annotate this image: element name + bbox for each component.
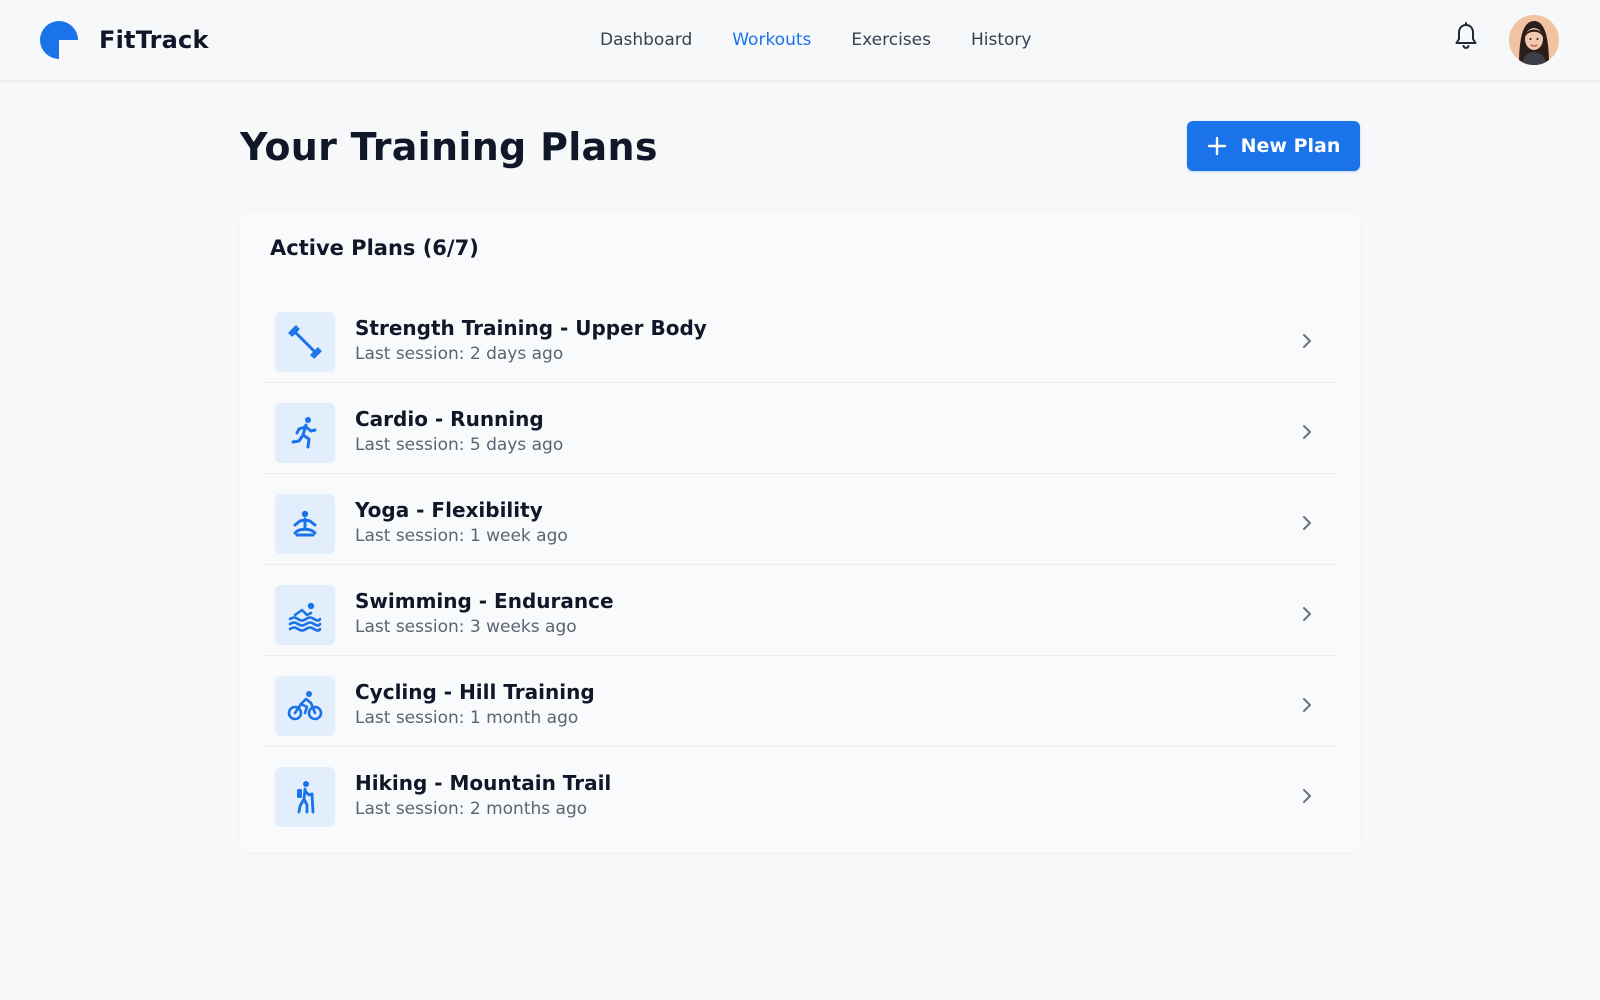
top-header: FitTrack Dashboard Workouts Exercises Hi… bbox=[0, 0, 1600, 81]
dumbbell-icon bbox=[275, 312, 335, 372]
plan-list: Strength Training - Upper Body Last sess… bbox=[262, 292, 1338, 838]
page-title: Your Training Plans bbox=[240, 125, 658, 169]
yoga-icon bbox=[275, 494, 335, 554]
list-item[interactable]: Swimming - Endurance Last session: 3 wee… bbox=[262, 565, 1338, 656]
hiking-icon bbox=[275, 767, 335, 827]
active-plans-card: Active Plans (6/7) Strength Training - U… bbox=[240, 211, 1360, 852]
nav-workouts[interactable]: Workouts bbox=[732, 28, 811, 52]
plan-last-session: Last session: 5 days ago bbox=[355, 435, 564, 455]
plan-name: Hiking - Mountain Trail bbox=[355, 771, 612, 795]
cycling-icon bbox=[275, 676, 335, 736]
plan-last-session: Last session: 1 week ago bbox=[355, 526, 568, 546]
new-plan-button[interactable]: New Plan bbox=[1187, 121, 1360, 171]
plan-name: Cycling - Hill Training bbox=[355, 680, 595, 704]
card-title: Active Plans (6/7) bbox=[270, 236, 479, 260]
plan-last-session: Last session: 2 months ago bbox=[355, 799, 588, 819]
running-icon bbox=[275, 403, 335, 463]
chevron-right-icon bbox=[1303, 698, 1311, 712]
nav-dashboard[interactable]: Dashboard bbox=[600, 28, 692, 52]
nav-exercises[interactable]: Exercises bbox=[851, 28, 931, 52]
plan-last-session: Last session: 1 month ago bbox=[355, 708, 579, 728]
main-nav: Dashboard Workouts Exercises History bbox=[600, 28, 1031, 52]
brand[interactable]: FitTrack bbox=[40, 21, 209, 59]
swimming-icon bbox=[275, 585, 335, 645]
user-avatar[interactable] bbox=[1509, 15, 1559, 65]
plan-name: Yoga - Flexibility bbox=[355, 498, 543, 522]
chevron-right-icon bbox=[1303, 334, 1311, 348]
app-name: FitTrack bbox=[99, 26, 209, 54]
list-item[interactable]: Strength Training - Upper Body Last sess… bbox=[262, 292, 1338, 383]
list-item[interactable]: Cardio - Running Last session: 5 days ag… bbox=[262, 383, 1338, 474]
plan-last-session: Last session: 3 weeks ago bbox=[355, 617, 577, 637]
new-plan-label: New Plan bbox=[1240, 135, 1341, 157]
chevron-right-icon bbox=[1303, 516, 1311, 530]
list-item[interactable]: Cycling - Hill Training Last session: 1 … bbox=[262, 656, 1338, 747]
plan-name: Swimming - Endurance bbox=[355, 589, 614, 613]
list-item[interactable]: Hiking - Mountain Trail Last session: 2 … bbox=[262, 747, 1338, 838]
plus-icon bbox=[1207, 136, 1226, 156]
list-item[interactable]: Yoga - Flexibility Last session: 1 week … bbox=[262, 474, 1338, 565]
chevron-right-icon bbox=[1303, 425, 1311, 439]
plan-last-session: Last session: 2 days ago bbox=[355, 344, 564, 364]
nav-history[interactable]: History bbox=[971, 28, 1031, 52]
chevron-right-icon bbox=[1303, 789, 1311, 803]
plan-name: Strength Training - Upper Body bbox=[355, 316, 707, 340]
chevron-right-icon bbox=[1303, 607, 1311, 621]
fittrack-logo-icon bbox=[40, 21, 78, 59]
plan-name: Cardio - Running bbox=[355, 407, 544, 431]
bell-icon[interactable] bbox=[1453, 22, 1479, 52]
